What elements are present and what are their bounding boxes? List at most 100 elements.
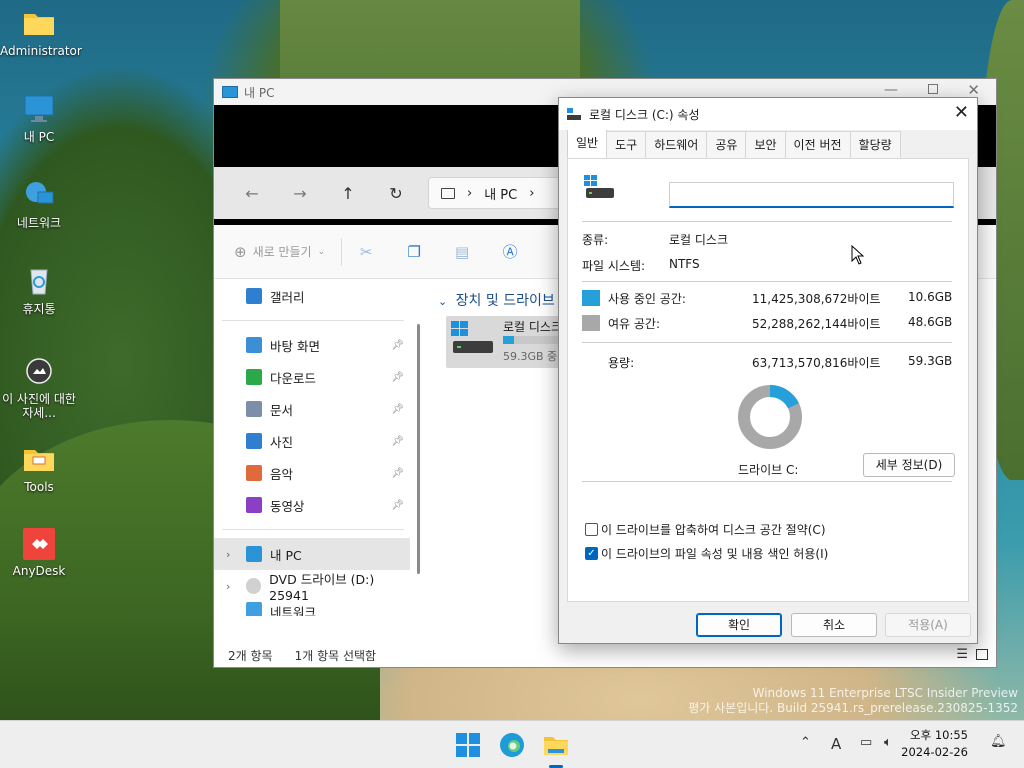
tab-1[interactable]: 일반 [567, 129, 608, 158]
chevron-right-icon[interactable]: › [226, 548, 230, 561]
refresh-icon[interactable]: ↻ [372, 184, 420, 203]
monitor-icon [246, 546, 262, 562]
divider [582, 281, 952, 282]
sidebar-item-quick-access[interactable]: 음악 📌︎ [214, 457, 410, 489]
new-button[interactable]: ⊕ 새로 만들기 ⌄ [234, 237, 343, 266]
filesystem-value: NTFS [669, 257, 700, 271]
pin-icon[interactable]: 📌︎ [391, 436, 404, 447]
chevron-right-icon[interactable]: › [226, 580, 230, 593]
desktop-icon-recycle-bin[interactable]: 휴지통 [0, 266, 78, 316]
network-status-icon[interactable]: ▭ [860, 735, 872, 750]
used-space-size: 10.6GB [908, 290, 953, 304]
desktop-icon-network[interactable]: 네트워크 [0, 180, 78, 230]
details-button[interactable]: 세부 정보(D) [863, 453, 955, 477]
used-space-swatch [582, 290, 600, 306]
watermark-line: 평가 사본입니다. Build 25941.rs_prerelease.2308… [688, 701, 1018, 715]
drive-free-text: 59.3GB 중 [503, 350, 558, 363]
divider [222, 320, 404, 321]
sidebar-item-quick-access[interactable]: 바탕 화면 📌︎ [214, 329, 410, 361]
up-arrow-icon[interactable]: ↑ [324, 184, 372, 203]
desktop-icon-anydesk[interactable]: AnyDesk [0, 528, 78, 578]
index-label[interactable]: 이 드라이브의 파일 속성 및 내용 색인 허용(I) [601, 545, 828, 562]
sidebar-item-quick-access[interactable]: 사진 📌︎ [214, 425, 410, 457]
monitor-icon [222, 86, 238, 98]
start-button-windows-icon[interactable] [452, 729, 484, 761]
minimize-icon[interactable]: — [884, 82, 898, 98]
folder-icon [246, 369, 262, 385]
sidebar-item-label: 내 PC [270, 547, 302, 563]
dialog-title-bar[interactable]: 로컬 디스크 (C:) 속성 ✕ [559, 98, 977, 130]
desktop-icon-this-pc[interactable]: 내 PC [0, 94, 78, 144]
drive-icon [451, 321, 493, 353]
drive-tile-c[interactable]: 로컬 디스크 59.3GB 중 [446, 316, 566, 368]
sidebar-item-label: 갤러리 [270, 289, 305, 305]
sidebar-item-dvd-drive[interactable]: › DVD 드라이브 (D:) 25941 [214, 570, 410, 603]
drive-usage-fill [503, 336, 514, 344]
tab-strip: 일반 도구 하드웨어 공유 보안 이전 버전 할당량 [559, 129, 977, 158]
network-icon [22, 180, 56, 212]
desktop-icon-tools[interactable]: Tools [0, 444, 78, 494]
navigation-scrollbar[interactable] [417, 324, 420, 574]
divider [582, 221, 952, 222]
tab-5[interactable]: 보안 [745, 131, 786, 158]
navigation-pane: 갤러리 바탕 화면 📌︎ 다운로드 📌︎ 문서 📌︎ 사진 📌︎ 음악 📌︎ 동영상 📌︎ › 내 P… [214, 280, 410, 650]
back-arrow-icon[interactable]: ← [228, 184, 276, 203]
desktop-icon-label: 네트워크 [16, 216, 62, 230]
notification-bell-icon[interactable]: 🔔︎ [990, 734, 1007, 749]
volume-name-input[interactable] [669, 182, 954, 208]
disc-icon [246, 578, 262, 594]
used-space-bytes: 11,425,308,672바이트 [752, 292, 881, 306]
tab-2[interactable]: 도구 [606, 131, 647, 158]
desktop-icon-spotlight[interactable]: 이 사진에 대한 자세... [0, 356, 78, 420]
sidebar-item-quick-access[interactable]: 다운로드 📌︎ [214, 361, 410, 393]
sidebar-item-network[interactable]: 네트워크 [214, 602, 410, 616]
apply-button[interactable]: 적용(A) [885, 613, 971, 637]
edge-browser-icon[interactable] [496, 729, 528, 761]
ok-button[interactable]: 확인 [696, 613, 782, 637]
tab-4[interactable]: 공유 [706, 131, 747, 158]
usage-donut-chart [738, 385, 802, 449]
sidebar-item-gallery[interactable]: 갤러리 [214, 280, 410, 312]
folder-icon [22, 444, 56, 476]
gallery-icon [246, 288, 262, 304]
pin-icon[interactable]: 📌︎ [391, 340, 404, 351]
drive-properties-dialog: 로컬 디스크 (C:) 속성 ✕ 일반 도구 하드웨어 공유 보안 이전 버전 할당량 종류… [558, 97, 978, 644]
pin-icon[interactable]: 📌︎ [391, 500, 404, 511]
compress-label[interactable]: 이 드라이브를 압축하여 디스크 공간 절약(C) [601, 521, 826, 538]
copy-icon[interactable]: ❐ [390, 243, 438, 261]
system-clock[interactable]: 오후 10:55 2024-02-26 [901, 727, 968, 761]
tab-7[interactable]: 할당량 [849, 131, 901, 158]
desktop-icon-administrator[interactable]: Administrator [0, 8, 82, 58]
address-segment[interactable]: 내 PC [484, 184, 517, 203]
forward-arrow-icon[interactable]: → [276, 184, 324, 203]
input-method-indicator[interactable]: A [831, 735, 841, 753]
pin-icon[interactable]: 📌︎ [391, 372, 404, 383]
pin-icon[interactable]: 📌︎ [391, 404, 404, 415]
free-space-swatch [582, 315, 600, 331]
paste-icon[interactable]: ▤ [438, 243, 486, 261]
file-explorer-icon[interactable] [540, 729, 572, 761]
sidebar-item-quick-access[interactable]: 문서 📌︎ [214, 393, 410, 425]
tiles-view-icon[interactable] [976, 649, 988, 660]
volume-icon[interactable]: 🔈︎ [884, 735, 892, 750]
sidebar-item-label: 바탕 화면 [270, 338, 320, 354]
tab-3[interactable]: 하드웨어 [645, 131, 708, 158]
pin-icon[interactable]: 📌︎ [391, 468, 404, 479]
close-icon[interactable]: ✕ [954, 102, 969, 123]
index-checkbox[interactable]: ✓ [585, 547, 598, 560]
rename-icon[interactable]: Ⓐ [486, 241, 534, 262]
show-hidden-icons-chevron-up-icon[interactable]: ⌃ [800, 735, 811, 750]
sidebar-item-this-pc[interactable]: › 내 PC [214, 538, 410, 570]
cut-icon[interactable]: ✂ [342, 243, 390, 261]
folder-icon [246, 401, 262, 417]
sidebar-item-quick-access[interactable]: 동영상 📌︎ [214, 489, 410, 521]
capacity-label: 용량: [608, 356, 635, 370]
drive-name: 로컬 디스크 [503, 320, 563, 334]
cancel-button[interactable]: 취소 [791, 613, 877, 637]
folder-icon [22, 8, 56, 40]
compress-checkbox[interactable] [585, 523, 598, 536]
maximize-icon[interactable] [928, 84, 938, 94]
tab-6[interactable]: 이전 버전 [784, 131, 851, 158]
desktop-icon-label: Administrator [0, 44, 82, 58]
details-view-icon[interactable]: ☰ [956, 647, 968, 662]
